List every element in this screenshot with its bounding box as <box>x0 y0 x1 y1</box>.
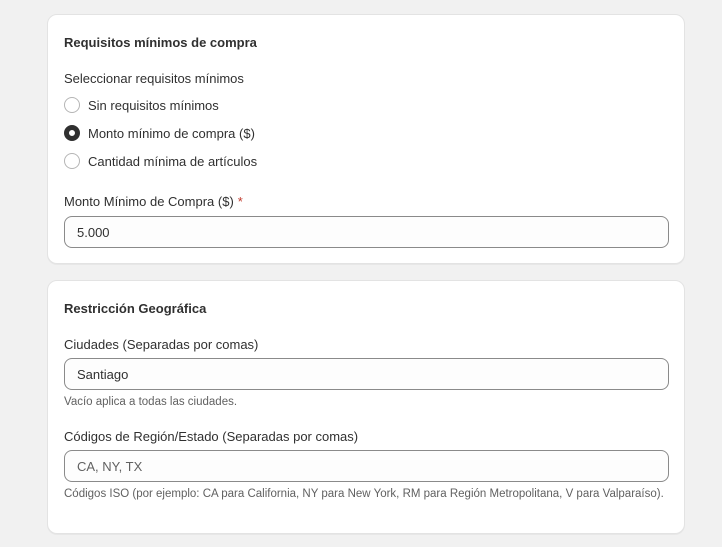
required-asterisk: * <box>237 194 243 209</box>
radio-min-amount-indicator[interactable] <box>64 125 80 141</box>
radio-min-quantity-indicator[interactable] <box>64 153 80 169</box>
radio-none-label: Sin requisitos mínimos <box>88 97 219 113</box>
min-amount-label-text: Monto Mínimo de Compra ($) <box>64 194 234 209</box>
radio-option-none[interactable]: Sin requisitos mínimos <box>64 97 219 113</box>
regions-input[interactable] <box>64 450 669 482</box>
select-requirements-label: Seleccionar requisitos mínimos <box>64 71 244 86</box>
regions-help-text: Códigos ISO (por ejemplo: CA para Califo… <box>64 488 664 500</box>
min-amount-field-label: Monto Mínimo de Compra ($) * <box>64 194 243 209</box>
min-amount-input[interactable] <box>64 216 669 248</box>
cities-input[interactable] <box>64 358 669 390</box>
radio-min-amount-label: Monto mínimo de compra ($) <box>88 125 255 141</box>
radio-option-min-quantity[interactable]: Cantidad mínima de artículos <box>64 153 257 169</box>
radio-none-indicator[interactable] <box>64 97 80 113</box>
cities-field-label: Ciudades (Separadas por comas) <box>64 337 259 352</box>
geo-restriction-card: Restricción Geográfica Ciudades (Separad… <box>47 280 685 534</box>
radio-min-quantity-label: Cantidad mínima de artículos <box>88 153 258 169</box>
min-purchase-title: Requisitos mínimos de compra <box>64 35 257 50</box>
cities-help-text: Vacío aplica a todas las ciudades. <box>64 396 238 408</box>
regions-field-label: Códigos de Región/Estado (Separadas por … <box>64 429 359 444</box>
radio-option-min-amount[interactable]: Monto mínimo de compra ($) <box>64 125 255 141</box>
min-purchase-card: Requisitos mínimos de compra Seleccionar… <box>47 14 685 264</box>
geo-restriction-title: Restricción Geográfica <box>64 301 207 316</box>
